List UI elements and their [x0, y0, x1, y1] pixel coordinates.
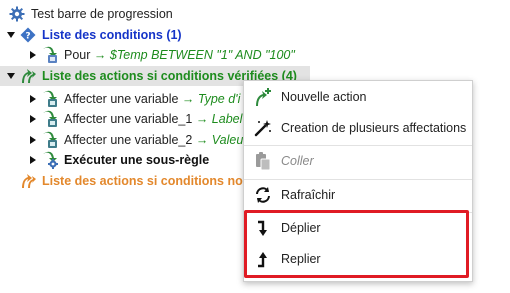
menu-item-label: Coller	[281, 154, 314, 168]
menu-item-expand[interactable]: Déplier	[244, 214, 472, 242]
menu-item-collapse[interactable]: Replier	[244, 245, 472, 273]
menu-item-new-action[interactable]: Nouvelle action	[244, 83, 472, 111]
tree-root[interactable]: Test barre de progression	[8, 4, 173, 24]
condition-icon	[41, 46, 59, 64]
refresh-icon	[253, 185, 273, 205]
context-menu: Nouvelle action Creation de plusieurs af…	[243, 80, 473, 282]
magic-wand-icon	[253, 118, 273, 138]
new-action-icon	[253, 87, 273, 107]
expanded-arrow-icon[interactable]	[6, 71, 16, 81]
action-detail: → Type d'i	[181, 92, 241, 106]
menu-item-refresh[interactable]: Rafraîchir	[244, 181, 472, 209]
svg-text:?: ?	[25, 32, 30, 42]
gear-icon	[8, 5, 26, 23]
action-label: Affecter une variable	[64, 92, 179, 106]
collapsed-arrow-icon[interactable]	[28, 135, 38, 145]
actions-icon	[19, 67, 37, 85]
menu-item-label: Déplier	[281, 221, 321, 235]
collapsed-arrow-icon[interactable]	[28, 114, 38, 124]
menu-separator	[244, 145, 472, 146]
question-diamond-icon: ?	[19, 26, 37, 44]
tree-node-else-actions[interactable]: Liste des actions si conditions non	[19, 171, 250, 191]
assign-variable-icon	[41, 131, 59, 149]
assign-variable-icon	[41, 90, 59, 108]
menu-item-multi-assign[interactable]: Creation de plusieurs affectations	[244, 114, 472, 142]
collapse-arrow-icon	[253, 249, 273, 269]
action-label: Affecter une variable_1	[64, 112, 193, 126]
action-detail: → Valeur	[195, 133, 248, 147]
condition-field: Pour	[64, 48, 91, 62]
tree-node-action-1[interactable]: Affecter une variable → Type d'i	[28, 89, 240, 109]
tree-node-conditions[interactable]: ? Liste des conditions (1)	[6, 25, 182, 45]
tree-node-action-2[interactable]: Affecter une variable_1 → Label d	[28, 109, 253, 129]
tree-node-condition-item[interactable]: Pour → $Temp BETWEEN "1" AND "100"	[28, 45, 295, 65]
tree-root-label: Test barre de progression	[31, 7, 173, 21]
tree-node-action-3[interactable]: Affecter une variable_2 → Valeur	[28, 130, 247, 150]
action-label: Affecter une variable_2	[64, 133, 193, 147]
collapsed-arrow-icon[interactable]	[28, 50, 38, 60]
expanded-arrow-icon[interactable]	[6, 30, 16, 40]
else-actions-icon	[19, 172, 37, 190]
assign-variable-icon	[41, 110, 59, 128]
subrule-icon	[41, 151, 59, 169]
tree-node-subrule[interactable]: Exécuter une sous-règle	[28, 150, 209, 170]
collapsed-arrow-icon[interactable]	[28, 94, 38, 104]
subrule-label: Exécuter une sous-règle	[64, 153, 210, 167]
menu-separator	[244, 212, 472, 213]
expand-arrow-icon	[253, 218, 273, 238]
menu-item-label: Replier	[281, 252, 321, 266]
menu-item-label: Rafraîchir	[281, 188, 336, 202]
collapsed-arrow-icon[interactable]	[28, 155, 38, 165]
menu-item-label: Creation de plusieurs affectations	[281, 121, 467, 135]
paste-icon	[253, 151, 273, 171]
menu-item-label: Nouvelle action	[281, 90, 367, 104]
conditions-label: Liste des conditions (1)	[42, 28, 182, 42]
condition-detail: → $Temp BETWEEN "1" AND "100"	[93, 48, 295, 62]
else-actions-label: Liste des actions si conditions non	[42, 174, 251, 188]
menu-separator	[244, 179, 472, 180]
menu-item-paste[interactable]: Coller	[244, 147, 472, 175]
